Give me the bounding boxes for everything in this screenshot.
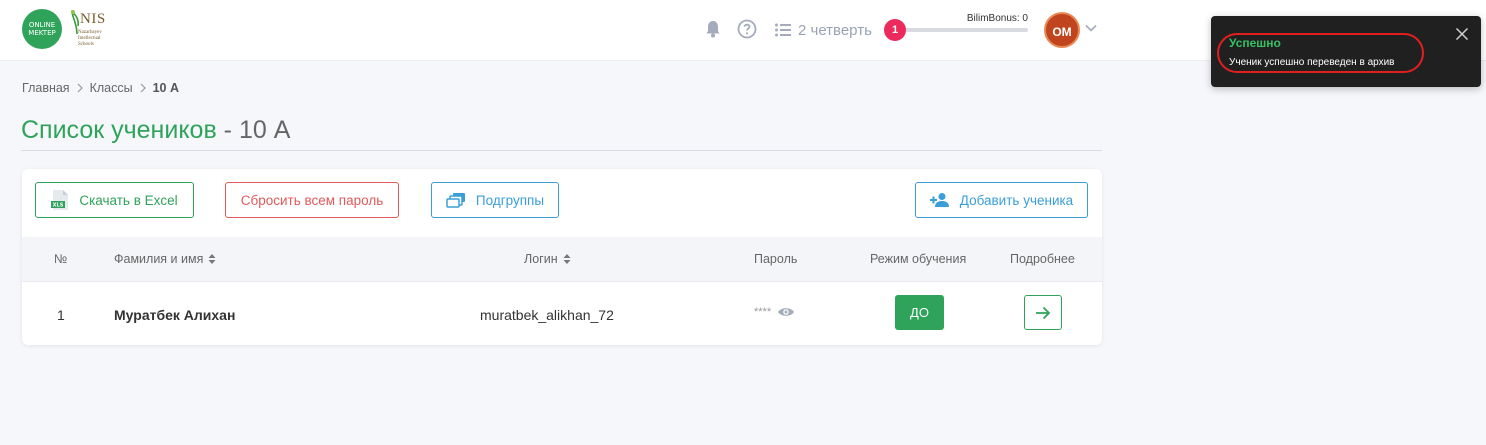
toast-message: Ученик успешно переведен в архив	[1229, 57, 1395, 68]
excel-file-icon: XLS	[51, 190, 69, 210]
column-number: №	[54, 252, 68, 266]
sort-icon	[563, 254, 571, 264]
success-toast: Успешно Ученик успешно переведен в архив	[1211, 16, 1481, 87]
bell-icon[interactable]	[703, 19, 723, 39]
sort-icon	[208, 254, 216, 264]
bonus-label: BilimBonus: 0	[966, 13, 1028, 24]
chevron-right-icon	[140, 83, 146, 93]
reset-passwords-button[interactable]: Сбросить всем пароль	[225, 182, 399, 218]
page-title-main: Список учеников	[21, 116, 217, 144]
add-student-button[interactable]: Добавить ученика	[915, 182, 1088, 218]
table-header: № Фамилия и имя Логин Пароль Режим обуче…	[22, 237, 1102, 282]
help-icon[interactable]	[737, 19, 757, 39]
add-user-icon	[929, 193, 949, 207]
online-mektep-logo[interactable]: ONLINE MEKTEP	[22, 9, 62, 49]
breadcrumb-item-home[interactable]: Главная	[22, 81, 70, 95]
chevron-right-icon	[77, 83, 83, 93]
subgroups-icon	[446, 193, 465, 208]
breadcrumb-current: 10 А	[152, 81, 179, 95]
column-mode: Режим обучения	[870, 252, 967, 266]
quarter-selector[interactable]: 2 четверть	[775, 20, 872, 40]
add-student-label: Добавить ученика	[959, 192, 1074, 208]
bilim-bonus[interactable]: 1 BilimBonus: 0	[884, 13, 1030, 47]
eye-icon[interactable]	[777, 306, 795, 318]
column-login[interactable]: Логин	[524, 252, 571, 266]
breadcrumb: Главная Классы 10 А	[22, 81, 179, 95]
title-divider	[21, 150, 1102, 151]
toast-title: Успешно	[1229, 36, 1281, 50]
password-cell: ****	[754, 306, 795, 318]
reset-passwords-label: Сбросить всем пароль	[240, 192, 384, 208]
bonus-progress-bar	[898, 28, 1028, 32]
column-password: Пароль	[754, 252, 798, 266]
close-icon[interactable]	[1455, 27, 1469, 41]
subgroups-button[interactable]: Подгруппы	[431, 182, 559, 218]
student-name: Муратбек Алихан	[114, 307, 236, 323]
page-title: Список учеников - 10 А	[21, 116, 290, 145]
bonus-count-badge: 1	[884, 19, 906, 41]
row-number: 1	[57, 307, 65, 323]
download-excel-button[interactable]: XLS Скачать в Excel	[35, 182, 194, 218]
quarter-label: 2 четверть	[798, 21, 872, 39]
learning-mode-button[interactable]: ДО	[895, 295, 944, 330]
column-name[interactable]: Фамилия и имя	[114, 252, 216, 266]
svg-text:XLS: XLS	[53, 203, 64, 209]
page-title-class: - 10 А	[216, 116, 291, 144]
arrow-right-icon	[1036, 306, 1051, 319]
students-card: XLS Скачать в Excel Сбросить всем пароль…	[22, 169, 1102, 345]
avatar[interactable]: OM	[1044, 12, 1080, 48]
details-button[interactable]	[1024, 295, 1062, 330]
student-login: muratbek_alikhan_72	[480, 307, 614, 323]
nis-logo[interactable]: NIS Nazarbayev Intellectual Schools	[70, 9, 114, 53]
table-row: 1 Муратбек Алихан muratbek_alikhan_72 **…	[22, 282, 1102, 345]
subgroups-label: Подгруппы	[475, 192, 545, 208]
password-mask: ****	[754, 306, 772, 318]
chevron-down-icon[interactable]	[1085, 24, 1097, 32]
column-details: Подробнее	[1010, 252, 1075, 266]
download-excel-label: Скачать в Excel	[79, 192, 178, 208]
list-icon	[775, 23, 791, 37]
breadcrumb-item-classes[interactable]: Классы	[90, 81, 133, 95]
